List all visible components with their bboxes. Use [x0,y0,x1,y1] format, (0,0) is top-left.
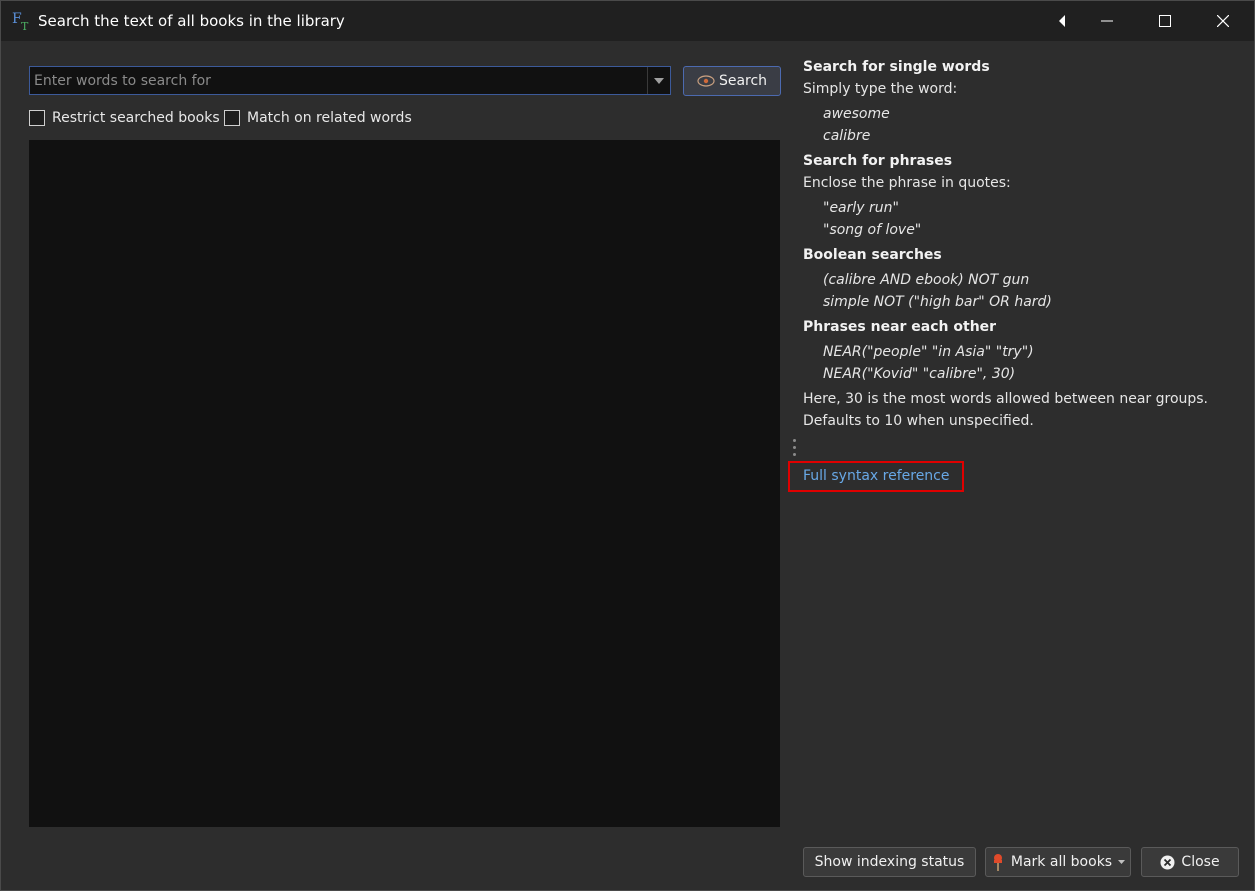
app-icon: F T [12,11,29,32]
splitter-handle[interactable] [793,439,797,460]
help-text: Enclose the phrase in quotes: [803,175,1011,191]
results-panel[interactable] [29,140,780,827]
restrict-books-label: Restrict searched books [52,110,220,126]
mark-all-books-button[interactable]: Mark all books [985,847,1131,877]
search-button-label: Search [718,73,768,89]
help-panel: Search for single words Simply type the … [788,56,1243,492]
title-bar: F T Search the text of all books in the … [1,1,1254,41]
caret-left-icon [1059,15,1065,27]
full-syntax-reference-link[interactable]: Full syntax reference [803,465,950,487]
search-button[interactable]: Search [683,66,781,96]
help-example: calibre [823,128,871,144]
help-heading-phrases: Search for phrases [803,153,953,169]
help-example: NEAR("people" "in Asia" "try") [823,344,1034,360]
close-window-button[interactable] [1194,1,1252,41]
help-example: NEAR("Kovid" "calibre", 30) [823,366,1016,382]
show-indexing-status-button[interactable]: Show indexing status [803,847,976,877]
related-words-label: Match on related words [247,110,412,126]
help-example: (calibre AND ebook) NOT gun [823,272,1030,288]
history-dropdown-button[interactable] [647,67,670,94]
help-example: simple NOT ("high bar" OR hard) [823,294,1052,310]
restrict-books-checkbox-box[interactable] [29,110,45,126]
help-heading-single-words: Search for single words [803,59,990,75]
pin-icon [993,854,1002,871]
help-text: Simply type the word: [803,81,958,97]
help-text: Defaults to 10 when unspecified. [803,413,1034,429]
help-heading-near: Phrases near each other [803,319,997,335]
close-button-label: Close [1181,854,1220,870]
search-dialog-window: F T Search the text of all books in the … [0,0,1255,891]
help-example: "song of love" [823,222,922,238]
window-title: Search the text of all books in the libr… [38,12,345,30]
chevron-down-icon [654,77,664,84]
close-circle-icon [1160,855,1175,869]
help-example: "early run" [823,200,899,216]
help-text: Here, 30 is the most words allowed betwe… [803,391,1209,407]
help-heading-boolean: Boolean searches [803,247,942,263]
help-example: awesome [823,106,890,122]
maximize-button[interactable] [1136,1,1194,41]
chevron-down-icon [1118,860,1126,864]
search-combobox[interactable] [29,66,671,95]
minimize-button[interactable] [1078,1,1136,41]
mark-all-books-label: Mark all books [1010,854,1113,870]
maximize-icon [1159,15,1171,27]
related-words-checkbox[interactable]: Match on related words [224,108,412,128]
minimize-icon [1101,20,1113,22]
related-words-checkbox-box[interactable] [224,110,240,126]
search-input[interactable] [30,67,648,94]
search-icon [697,75,715,87]
svg-text:T: T [21,20,29,32]
show-indexing-status-label: Show indexing status [814,854,965,870]
close-icon [1217,15,1229,27]
restrict-books-checkbox[interactable]: Restrict searched books [29,108,220,128]
close-button[interactable]: Close [1141,847,1239,877]
